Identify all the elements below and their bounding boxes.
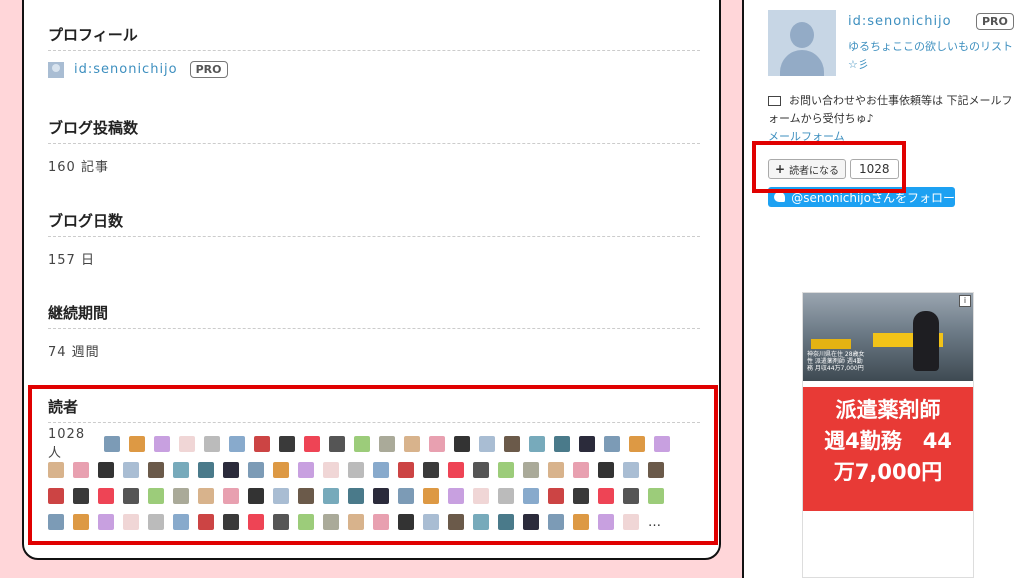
ad-caption: 神奈川県在住 28歳女性 派遣薬剤師 週4勤務 月収44万7,000円 (807, 351, 865, 372)
profile-row: id:senonichijo PRO (48, 61, 700, 78)
readers-highlight (28, 385, 718, 545)
post-count-section: ブログ投稿数 160 記事 (48, 117, 700, 175)
pro-badge: PRO (189, 61, 228, 78)
blog-days-section: ブログ日数 157 日 (48, 210, 700, 268)
ad-photo: 神奈川県在住 28歳女性 派遣薬剤師 週4勤務 月収44万7,000円 i (803, 293, 973, 381)
period-value: 74 週間 (48, 345, 100, 360)
post-count-value: 160 記事 (48, 160, 109, 175)
ad-person (913, 311, 939, 371)
pro-badge: PRO (976, 13, 1014, 30)
ad-bench (811, 339, 851, 349)
ad-text: 派遣薬剤師 週4勤務 44 万7,000円 (803, 387, 973, 511)
ad-line: 派遣薬剤師 (835, 398, 941, 422)
avatar[interactable] (48, 61, 64, 78)
ad-line: 万7,000円 (833, 460, 943, 484)
twitter-bird-icon (774, 192, 786, 202)
avatar-body (780, 50, 824, 76)
blog-days-title: ブログ日数 (48, 210, 700, 237)
advertisement[interactable]: 神奈川県在住 28歳女性 派遣薬剤師 週4勤務 月収44万7,000円 i 派遣… (802, 292, 974, 578)
post-count-title: ブログ投稿数 (48, 117, 700, 144)
period-section: 継続期間 74 週間 (48, 302, 700, 360)
sidebar-id-link[interactable]: id:senonichijo (848, 14, 952, 29)
sidebar: id:senonichijo PRO ゆるちょここの欲しいものリスト☆彡 お問い… (742, 0, 1024, 578)
profile-section: プロフィール id:senonichijo PRO (48, 24, 700, 78)
blog-days-value: 157 日 (48, 253, 95, 268)
subscribe-highlight (752, 141, 906, 193)
mail-icon (768, 96, 781, 106)
period-title: 継続期間 (48, 302, 700, 329)
profile-id-link[interactable]: id:senonichijo (74, 62, 178, 77)
avatar[interactable] (768, 10, 836, 76)
contact-label: お問い合わせやお仕事依頼等は 下記メールフォームから受付ちゅ♪ (768, 94, 1013, 125)
ad-line: 週4勤務 44 (824, 429, 952, 453)
sidebar-description-link[interactable]: ゆるちょここの欲しいものリスト☆彡 (848, 38, 1018, 74)
ad-info-icon[interactable]: i (959, 295, 971, 307)
contact-text: お問い合わせやお仕事依頼等は 下記メールフォームから受付ちゅ♪ (768, 92, 1018, 128)
profile-title: プロフィール (48, 24, 700, 51)
avatar-head (790, 22, 814, 48)
